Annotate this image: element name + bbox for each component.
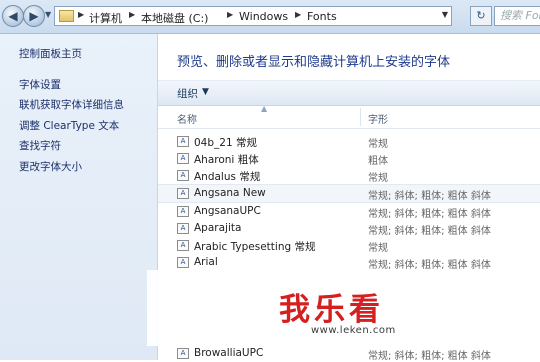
font-row[interactable]: A Angsana New 常规; 斜体; 粗体; 粗体 斜体 <box>158 184 540 203</box>
left-task-pane: 控制面板主页 字体设置 联机获取字体详细信息 调整 ClearType 文本 查… <box>0 34 158 360</box>
font-file-icon: A <box>177 188 189 199</box>
refresh-icon: ↻ <box>476 9 486 22</box>
page-title: 预览、删除或者显示和隐藏计算机上安装的字体 <box>177 55 451 70</box>
font-style: 常规; 斜体; 粗体; 粗体 斜体 <box>368 226 491 237</box>
font-style: 常规; 斜体; 粗体; 粗体 斜体 <box>368 191 491 202</box>
sort-caret-icon: ▲ <box>261 104 268 113</box>
chevron-right-icon[interactable]: ▶ <box>129 10 135 19</box>
adjust-cleartype-link[interactable]: 调整 ClearType 文本 <box>19 118 119 133</box>
font-file-icon: A <box>177 206 189 217</box>
font-row[interactable]: A Arabic Typesetting 常规 常规 <box>158 237 540 254</box>
column-header: ▲ 名称 字形 <box>158 104 540 129</box>
font-name: Angsana New <box>194 187 266 199</box>
font-file-icon: A <box>177 257 189 268</box>
font-row[interactable]: A BrowalliaUPC 常规; 斜体; 粗体; 粗体 斜体 <box>158 345 540 362</box>
watermark-overlay: 我乐看 www.leken.com <box>147 270 538 346</box>
font-name: Andalus 常规 <box>194 171 261 183</box>
search-input[interactable]: 搜索 Fonts <box>494 6 540 26</box>
breadcrumb-local-disk[interactable]: 本地磁盘 (C:) <box>141 10 208 26</box>
font-name: BrowalliaUPC <box>194 347 264 359</box>
get-font-info-online-link[interactable]: 联机获取字体详细信息 <box>19 97 124 112</box>
chevron-right-icon[interactable]: ▶ <box>227 10 233 19</box>
font-name: 04b_21 常规 <box>194 137 257 149</box>
font-file-icon: A <box>177 240 189 251</box>
control-panel-home-link[interactable]: 控制面板主页 <box>19 46 82 61</box>
font-name: AngsanaUPC <box>194 205 261 217</box>
font-settings-link[interactable]: 字体设置 <box>19 77 61 92</box>
font-file-icon: A <box>177 170 189 181</box>
font-row[interactable]: A AngsanaUPC 常规; 斜体; 粗体; 粗体 斜体 <box>158 203 540 220</box>
recent-pages-dropdown-icon[interactable]: ▼ <box>45 10 51 19</box>
font-row[interactable]: A Arial 常规; 斜体; 粗体; 粗体 斜体 <box>158 254 540 271</box>
font-style: 常规 <box>368 243 388 254</box>
column-header-name[interactable]: 名称 <box>177 111 197 126</box>
address-dropdown-icon[interactable]: ▼ <box>442 10 448 19</box>
back-arrow-icon: ◀ <box>8 9 18 23</box>
font-row[interactable]: A Aparajita 常规; 斜体; 粗体; 粗体 斜体 <box>158 220 540 237</box>
forward-arrow-icon: ▶ <box>29 9 39 23</box>
forward-button[interactable]: ▶ <box>23 5 45 27</box>
address-bar[interactable]: ▶ 计算机 ▶ 本地磁盘 (C:) ▶ Windows ▶ Fonts ▼ <box>54 6 452 26</box>
font-name: Aparajita <box>194 222 242 234</box>
find-character-link[interactable]: 查找字符 <box>19 138 61 153</box>
font-style: 常规; 斜体; 粗体; 粗体 斜体 <box>368 209 491 220</box>
address-toolbar: ◀ ▶ ▼ ▶ 计算机 ▶ 本地磁盘 (C:) ▶ Windows ▶ Font… <box>0 0 540 34</box>
breadcrumb-fonts[interactable]: Fonts <box>307 10 337 23</box>
font-row[interactable]: A 04b_21 常规 常规 <box>158 133 540 150</box>
chevron-down-icon[interactable]: ▼ <box>202 87 209 97</box>
font-style: 常规; 斜体; 粗体; 粗体 斜体 <box>368 260 491 271</box>
refresh-button[interactable]: ↻ <box>470 6 492 26</box>
font-name: Arial <box>194 256 218 268</box>
watermark-logo: 我乐看 <box>279 292 384 328</box>
command-bar: 组织 ▼ <box>158 80 540 106</box>
column-divider[interactable] <box>360 108 361 126</box>
watermark-url: www.leken.com <box>311 325 396 336</box>
breadcrumb-windows[interactable]: Windows <box>239 10 288 23</box>
font-name: Aharoni 粗体 <box>194 154 259 166</box>
font-style: 常规 <box>368 139 388 150</box>
chevron-right-icon[interactable]: ▶ <box>78 10 84 19</box>
chevron-right-icon[interactable]: ▶ <box>295 10 301 19</box>
font-style: 常规 <box>368 173 388 184</box>
font-file-icon: A <box>177 153 189 164</box>
font-file-icon: A <box>177 136 189 147</box>
font-style: 粗体 <box>368 156 388 167</box>
folder-icon <box>59 10 74 22</box>
column-header-style[interactable]: 字形 <box>368 111 388 126</box>
font-file-icon: A <box>177 223 189 234</box>
organize-button[interactable]: 组织 <box>177 86 198 101</box>
font-file-icon: A <box>177 348 189 359</box>
font-name: Arabic Typesetting 常规 <box>194 241 316 253</box>
font-row[interactable]: A Aharoni 粗体 粗体 <box>158 150 540 167</box>
breadcrumb-computer[interactable]: 计算机 <box>89 10 122 26</box>
change-font-size-link[interactable]: 更改字体大小 <box>19 159 82 174</box>
font-row[interactable]: A Andalus 常规 常规 <box>158 167 540 184</box>
back-button[interactable]: ◀ <box>2 5 24 27</box>
